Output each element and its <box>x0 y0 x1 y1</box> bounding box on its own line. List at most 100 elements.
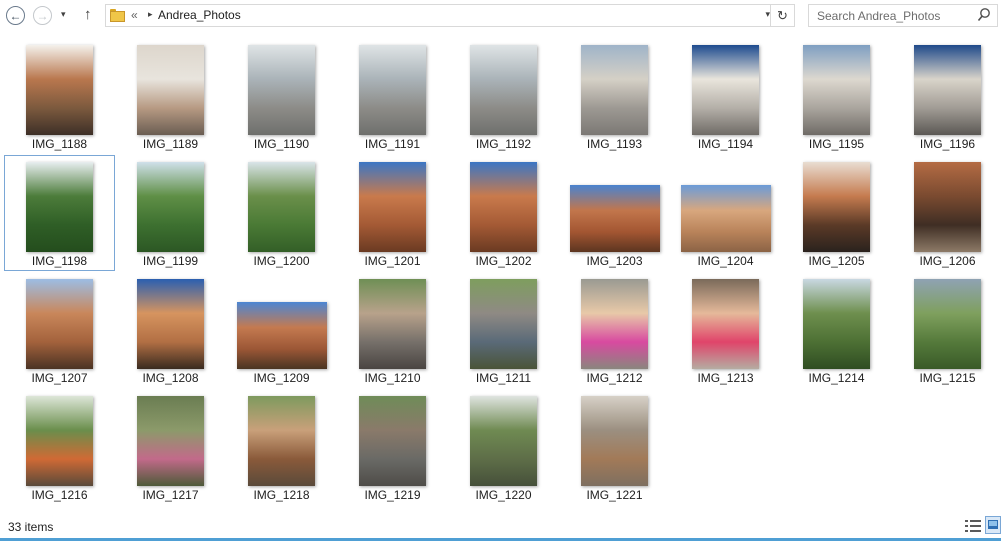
photo-thumbnail[interactable] <box>914 45 981 135</box>
photo-thumbnail[interactable] <box>470 279 537 369</box>
photo-thumbnail[interactable] <box>914 162 981 252</box>
file-name[interactable]: IMG_1206 <box>893 254 1001 268</box>
address-bar[interactable]: « ▸ Andrea_Photos ▾ ↻ <box>105 4 795 27</box>
photo-thumbnail[interactable] <box>137 396 204 486</box>
file-item[interactable]: IMG_1220 <box>448 389 559 505</box>
file-name[interactable]: IMG_1204 <box>671 254 780 268</box>
file-item[interactable]: IMG_1217 <box>115 389 226 505</box>
file-item[interactable]: IMG_1208 <box>115 272 226 388</box>
photo-thumbnail[interactable] <box>26 162 93 252</box>
file-item[interactable]: IMG_1198 <box>4 155 115 271</box>
file-name[interactable]: IMG_1221 <box>560 488 669 502</box>
file-name[interactable]: IMG_1203 <box>560 254 669 268</box>
file-name[interactable]: IMG_1218 <box>227 488 336 502</box>
file-name[interactable]: IMG_1192 <box>449 137 558 151</box>
file-item[interactable]: IMG_1189 <box>115 38 226 154</box>
photo-thumbnail[interactable] <box>692 279 759 369</box>
photo-thumbnail[interactable] <box>470 45 537 135</box>
photo-thumbnail[interactable] <box>359 162 426 252</box>
file-item[interactable]: IMG_1218 <box>226 389 337 505</box>
file-item[interactable]: IMG_1207 <box>4 272 115 388</box>
photo-thumbnail[interactable] <box>359 279 426 369</box>
file-name[interactable]: IMG_1207 <box>5 371 114 385</box>
file-item[interactable]: IMG_1203 <box>559 155 670 271</box>
photo-thumbnail[interactable] <box>680 185 771 252</box>
file-name[interactable]: IMG_1210 <box>338 371 447 385</box>
file-name[interactable]: IMG_1196 <box>893 137 1001 151</box>
file-item[interactable]: IMG_1210 <box>337 272 448 388</box>
file-item[interactable]: IMG_1194 <box>670 38 781 154</box>
photo-thumbnail[interactable] <box>803 45 870 135</box>
file-name[interactable]: IMG_1209 <box>227 371 336 385</box>
file-item[interactable]: IMG_1206 <box>892 155 1001 271</box>
file-name[interactable]: IMG_1189 <box>116 137 225 151</box>
photo-thumbnail[interactable] <box>248 162 315 252</box>
file-name[interactable]: IMG_1194 <box>671 137 780 151</box>
photo-thumbnail[interactable] <box>137 45 204 135</box>
photo-thumbnail[interactable] <box>803 279 870 369</box>
file-item[interactable]: IMG_1215 <box>892 272 1001 388</box>
photo-thumbnail[interactable] <box>26 45 93 135</box>
photo-thumbnail[interactable] <box>26 279 93 369</box>
file-item[interactable]: IMG_1219 <box>337 389 448 505</box>
refresh-button[interactable]: ↻ <box>770 5 794 26</box>
photo-thumbnail[interactable] <box>248 45 315 135</box>
file-item[interactable]: IMG_1200 <box>226 155 337 271</box>
file-item[interactable]: IMG_1202 <box>448 155 559 271</box>
photo-thumbnail[interactable] <box>359 396 426 486</box>
file-name[interactable]: IMG_1214 <box>782 371 891 385</box>
file-item[interactable]: IMG_1190 <box>226 38 337 154</box>
file-item[interactable]: IMG_1212 <box>559 272 670 388</box>
breadcrumb-separator-icon[interactable]: ▸ <box>148 9 153 20</box>
file-item[interactable]: IMG_1191 <box>337 38 448 154</box>
up-folder-button[interactable]: ↑ <box>84 6 92 23</box>
photo-thumbnail[interactable] <box>248 396 315 486</box>
photo-thumbnail[interactable] <box>137 162 204 252</box>
file-item[interactable]: IMG_1201 <box>337 155 448 271</box>
photo-thumbnail[interactable] <box>803 162 870 252</box>
file-name[interactable]: IMG_1202 <box>449 254 558 268</box>
file-name[interactable]: IMG_1200 <box>227 254 336 268</box>
file-item[interactable]: IMG_1199 <box>115 155 226 271</box>
file-name[interactable]: IMG_1188 <box>5 137 114 151</box>
file-name[interactable]: IMG_1193 <box>560 137 669 151</box>
breadcrumb-overflow-icon[interactable]: « <box>131 8 138 22</box>
file-name[interactable]: IMG_1199 <box>116 254 225 268</box>
photo-thumbnail[interactable] <box>137 279 204 369</box>
photo-thumbnail[interactable] <box>581 279 648 369</box>
file-name[interactable]: IMG_1219 <box>338 488 447 502</box>
file-name[interactable]: IMG_1216 <box>5 488 114 502</box>
file-name[interactable]: IMG_1208 <box>116 371 225 385</box>
breadcrumb-current-folder[interactable]: Andrea_Photos <box>158 8 241 22</box>
photo-thumbnail[interactable] <box>236 302 327 369</box>
file-item[interactable]: IMG_1196 <box>892 38 1001 154</box>
file-item[interactable]: IMG_1213 <box>670 272 781 388</box>
file-name[interactable]: IMG_1212 <box>560 371 669 385</box>
file-name[interactable]: IMG_1191 <box>338 137 447 151</box>
file-item[interactable]: IMG_1204 <box>670 155 781 271</box>
file-item[interactable]: IMG_1209 <box>226 272 337 388</box>
photo-thumbnail[interactable] <box>914 279 981 369</box>
recent-locations-dropdown-icon[interactable]: ▾ <box>61 9 66 20</box>
search-box[interactable] <box>808 4 998 27</box>
photo-thumbnail[interactable] <box>692 45 759 135</box>
file-item[interactable]: IMG_1188 <box>4 38 115 154</box>
file-item[interactable]: IMG_1211 <box>448 272 559 388</box>
file-name[interactable]: IMG_1201 <box>338 254 447 268</box>
file-item[interactable]: IMG_1216 <box>4 389 115 505</box>
file-name[interactable]: IMG_1195 <box>782 137 891 151</box>
forward-button[interactable]: → <box>33 6 52 25</box>
back-button[interactable]: ← <box>6 6 25 25</box>
photo-thumbnail[interactable] <box>569 185 660 252</box>
file-item[interactable]: IMG_1192 <box>448 38 559 154</box>
file-name[interactable]: IMG_1190 <box>227 137 336 151</box>
file-item[interactable]: IMG_1221 <box>559 389 670 505</box>
large-icons-view-button[interactable] <box>985 516 1001 534</box>
file-name[interactable]: IMG_1205 <box>782 254 891 268</box>
search-input[interactable] <box>809 5 977 26</box>
file-item[interactable]: IMG_1214 <box>781 272 892 388</box>
file-name[interactable]: IMG_1215 <box>893 371 1001 385</box>
photo-thumbnail[interactable] <box>470 396 537 486</box>
file-name[interactable]: IMG_1217 <box>116 488 225 502</box>
file-item[interactable]: IMG_1195 <box>781 38 892 154</box>
